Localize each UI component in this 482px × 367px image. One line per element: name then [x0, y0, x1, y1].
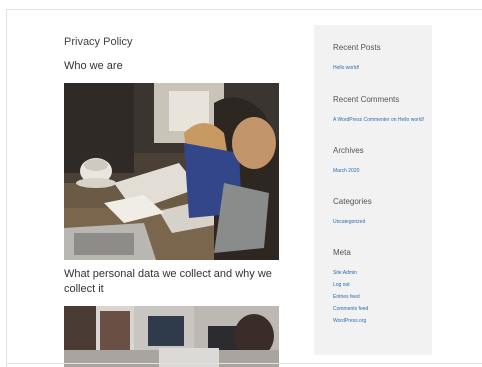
recent-comment-link[interactable]: A WordPress Commenter on Hello world!	[333, 117, 424, 123]
office-team-photo	[64, 83, 279, 260]
meta-link-comments-feed[interactable]: Comments feed	[333, 306, 368, 312]
widget-title-categories: Categories	[333, 197, 372, 206]
section-heading-who-we-are: Who we are	[64, 60, 123, 72]
divider	[6, 9, 482, 10]
widget-title-recent-comments: Recent Comments	[333, 95, 400, 104]
page: Privacy Policy Who we are What personal …	[0, 0, 482, 367]
meta-link-site-admin[interactable]: Site Admin	[333, 270, 357, 276]
office-computer-photo	[64, 306, 279, 367]
widget-title-meta: Meta	[333, 248, 351, 257]
meta-link-wordpress-org[interactable]: WordPress.org	[333, 318, 366, 324]
recent-post-link[interactable]: Hello world!	[333, 65, 359, 71]
meta-link-log-out[interactable]: Log out	[333, 282, 350, 288]
meta-link-entries-feed[interactable]: Entries feed	[333, 294, 360, 300]
category-link[interactable]: Uncategorized	[333, 219, 365, 225]
section-heading-personal-data: What personal data we collect and why we…	[64, 268, 272, 295]
sidebar: Recent Posts Hello world! Recent Comment…	[314, 25, 432, 355]
widget-title-archives: Archives	[333, 146, 364, 155]
archive-link[interactable]: March 2020	[333, 168, 359, 174]
divider	[6, 9, 7, 367]
widget-title-recent-posts: Recent Posts	[333, 43, 381, 52]
divider	[6, 363, 482, 364]
page-title: Privacy Policy	[64, 36, 133, 48]
